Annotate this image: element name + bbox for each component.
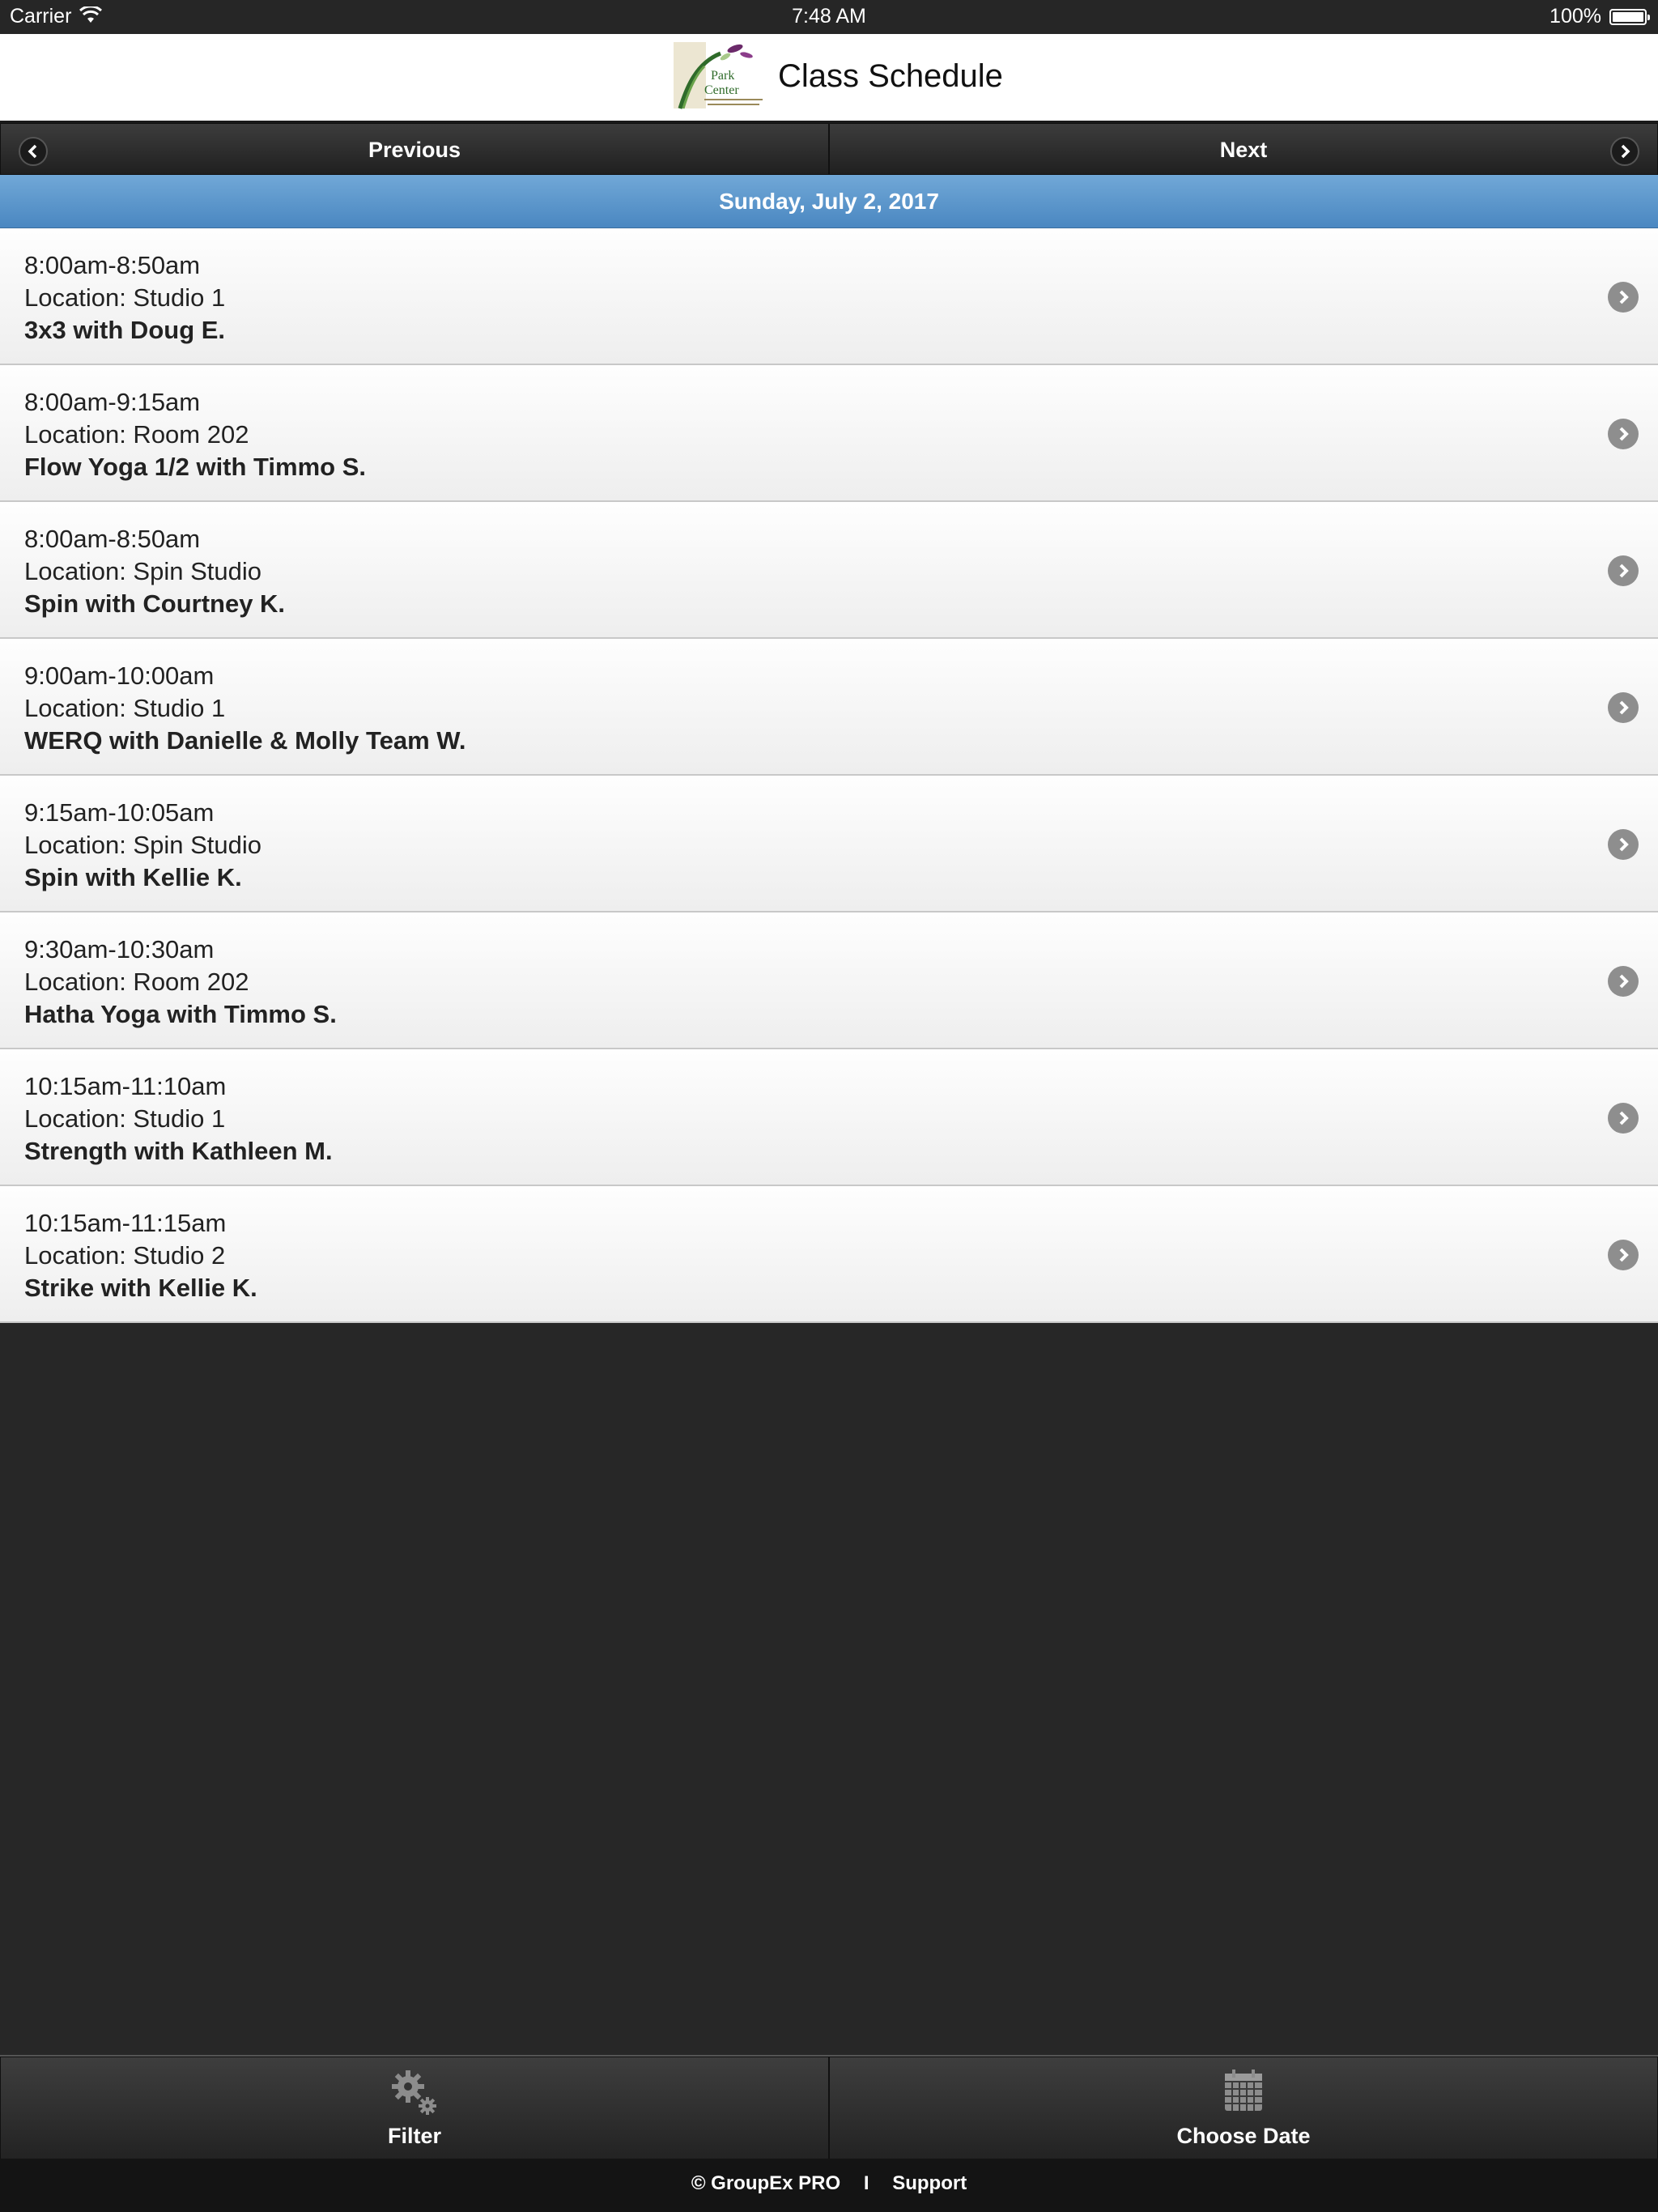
chevron-right-icon — [1608, 1240, 1639, 1270]
class-time: 9:15am-10:05am — [24, 798, 215, 827]
class-item[interactable]: 8:00am-8:50am Location: Spin Studio Spin… — [0, 502, 1658, 639]
class-item[interactable]: 10:15am-11:15am Location: Studio 2 Strik… — [0, 1186, 1658, 1323]
svg-text:Park: Park — [711, 69, 734, 83]
class-location: Location: Studio 1 — [24, 283, 226, 312]
day-nav-bar: Previous Next — [0, 123, 1658, 175]
class-time: 8:00am-8:50am — [24, 251, 201, 279]
class-location: Location: Spin Studio — [24, 557, 261, 585]
chevron-right-icon — [1608, 282, 1639, 313]
svg-text:Center: Center — [704, 83, 739, 97]
class-location: Location: Studio 1 — [24, 694, 226, 722]
support-link[interactable]: Support — [892, 2172, 967, 2194]
next-label: Next — [1219, 138, 1268, 162]
class-location: Location: Spin Studio — [24, 831, 261, 859]
class-title: Spin with Courtney K. — [24, 589, 286, 618]
date-header: Sunday, July 2, 2017 — [0, 175, 1658, 228]
class-location: Location: Studio 2 — [24, 1241, 226, 1270]
class-location: Location: Room 202 — [24, 420, 249, 449]
bottom-toolbar: Filter Choose Date — [0, 2055, 1658, 2160]
class-time: 10:15am-11:10am — [24, 1072, 227, 1100]
status-bar: Carrier 7:48 AM 100% — [0, 0, 1658, 34]
previous-label: Previous — [368, 138, 461, 162]
chevron-right-icon — [1608, 419, 1639, 449]
filter-button[interactable]: Filter — [0, 2057, 829, 2160]
copyright-text: © GroupEx PRO — [691, 2172, 841, 2194]
clock: 7:48 AM — [792, 5, 866, 28]
class-title: Spin with Kellie K. — [24, 863, 242, 891]
class-title: WERQ with Danielle & Molly Team W. — [24, 726, 466, 755]
class-time: 8:00am-9:15am — [24, 388, 201, 416]
choose-date-label: Choose Date — [1176, 2124, 1311, 2148]
class-item[interactable]: 8:00am-9:15am Location: Room 202 Flow Yo… — [0, 365, 1658, 502]
class-list: 8:00am-8:50am Location: Studio 1 3x3 wit… — [0, 228, 1658, 1323]
chevron-left-icon — [19, 137, 48, 166]
next-day-button[interactable]: Next — [829, 123, 1658, 175]
footer: © GroupEx PRO I Support — [0, 2159, 1658, 2212]
chevron-right-icon — [1608, 1103, 1639, 1134]
chevron-right-icon — [1608, 692, 1639, 723]
class-title: Flow Yoga 1/2 with Timmo S. — [24, 453, 367, 481]
class-title: 3x3 with Doug E. — [24, 316, 226, 344]
class-item[interactable]: 10:15am-11:10am Location: Studio 1 Stren… — [0, 1049, 1658, 1186]
chevron-right-icon — [1608, 966, 1639, 997]
class-item[interactable]: 9:30am-10:30am Location: Room 202 Hatha … — [0, 912, 1658, 1049]
class-item[interactable]: 9:00am-10:00am Location: Studio 1 WERQ w… — [0, 639, 1658, 776]
class-title: Strike with Kellie K. — [24, 1274, 257, 1302]
class-item[interactable]: 9:15am-10:05am Location: Spin Studio Spi… — [0, 776, 1658, 912]
filter-label: Filter — [387, 2124, 441, 2148]
class-item[interactable]: 8:00am-8:50am Location: Studio 1 3x3 wit… — [0, 228, 1658, 365]
chevron-right-icon — [1608, 829, 1639, 860]
class-location: Location: Room 202 — [24, 968, 249, 996]
previous-day-button[interactable]: Previous — [0, 123, 829, 175]
page-title: Class Schedule — [778, 58, 1003, 94]
footer-separator: I — [863, 2172, 869, 2194]
class-time: 8:00am-8:50am — [24, 525, 201, 553]
battery-icon — [1609, 9, 1650, 25]
class-time: 10:15am-11:15am — [24, 1209, 227, 1237]
class-title: Hatha Yoga with Timmo S. — [24, 1000, 337, 1028]
chevron-right-icon — [1610, 137, 1639, 166]
class-time: 9:30am-10:30am — [24, 935, 215, 963]
class-location: Location: Studio 1 — [24, 1104, 226, 1133]
app-header: Park Center Class Schedule — [0, 34, 1658, 123]
choose-date-button[interactable]: Choose Date — [829, 2057, 1658, 2160]
calendar-icon — [1225, 2069, 1262, 2111]
gear-icon — [392, 2070, 436, 2115]
chevron-right-icon — [1608, 555, 1639, 586]
battery-percent: 100% — [1550, 5, 1601, 28]
class-title: Strength with Kathleen M. — [24, 1137, 333, 1165]
class-time: 9:00am-10:00am — [24, 661, 215, 690]
park-center-logo-icon: Park Center — [674, 42, 763, 109]
